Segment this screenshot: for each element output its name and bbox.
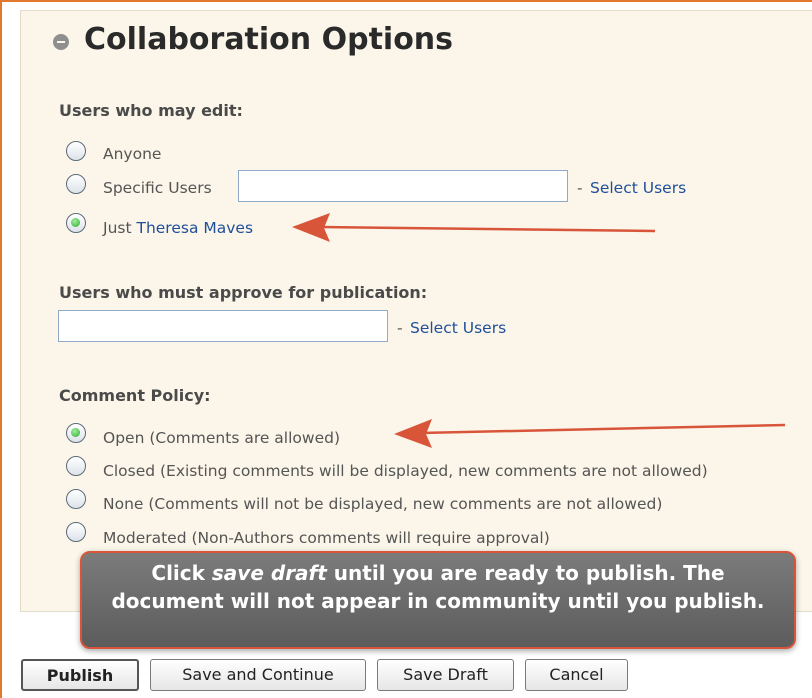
arrow-to-just-me: [292, 213, 656, 242]
arrow-to-comments-open: [394, 419, 786, 448]
save-draft-button[interactable]: Save Draft: [377, 659, 514, 691]
callout-text-emphasis: save draft: [211, 561, 327, 585]
cancel-button[interactable]: Cancel: [525, 659, 628, 691]
publish-button[interactable]: Publish: [21, 659, 139, 691]
instruction-callout: Click save draft until you are ready to …: [80, 551, 796, 649]
callout-text-pre: Click: [151, 561, 212, 585]
save-and-continue-button[interactable]: Save and Continue: [150, 659, 366, 691]
